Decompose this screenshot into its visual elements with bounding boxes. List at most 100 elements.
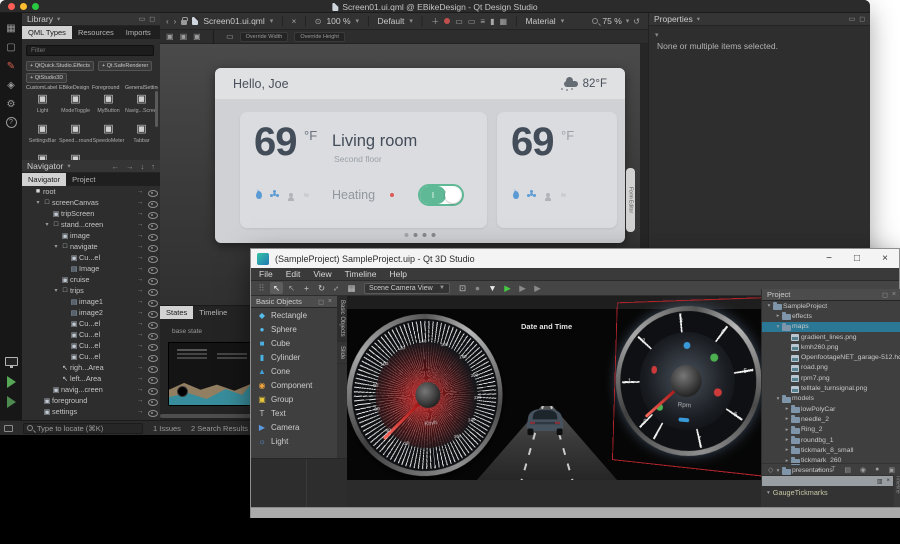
visibility-eye-icon[interactable] bbox=[146, 276, 160, 284]
move-tool-icon[interactable]: ＋ bbox=[431, 16, 439, 27]
states-tab[interactable]: Timeline bbox=[193, 306, 233, 319]
export-icon[interactable]: → bbox=[134, 408, 146, 415]
basic-object-item[interactable]: ▮ Cylinder bbox=[251, 350, 337, 364]
export-icon[interactable]: → bbox=[134, 221, 146, 228]
live-preview-button[interactable] bbox=[0, 352, 22, 370]
macos-close-button[interactable] bbox=[8, 3, 15, 10]
navigator-tab[interactable]: Project bbox=[66, 173, 101, 186]
basic-object-item[interactable]: ▶ Camera bbox=[251, 420, 337, 434]
visibility-eye-icon[interactable] bbox=[146, 188, 160, 196]
close-button[interactable]: × bbox=[871, 249, 899, 268]
mode-button-welcome[interactable]: ▦ bbox=[0, 19, 22, 37]
chevron-down-icon[interactable]: ▾ bbox=[655, 31, 659, 39]
split-panel-icon[interactable]: ▭ bbox=[849, 15, 856, 23]
project-tree-item[interactable]: telltale_turnsignal.png bbox=[762, 383, 900, 393]
water-drop-icon[interactable] bbox=[254, 190, 263, 199]
menu-item[interactable]: Edit bbox=[286, 269, 301, 279]
export-icon[interactable]: → bbox=[134, 386, 146, 393]
expand-arrow-icon[interactable]: ▾ bbox=[774, 396, 782, 402]
screen-icon[interactable]: ▭ bbox=[226, 32, 234, 41]
export-icon[interactable]: → bbox=[134, 375, 146, 382]
navigator-tree-item[interactable]: Cu...el → bbox=[22, 340, 160, 351]
visibility-icon[interactable]: ⊙ bbox=[315, 17, 322, 26]
layer-icon[interactable]: ▥ bbox=[877, 478, 883, 485]
library-component[interactable]: ▣ ModeToggle bbox=[59, 91, 92, 121]
navigator-tree-item[interactable]: tripScreen → bbox=[22, 208, 160, 219]
basic-object-item[interactable]: ☼ Light bbox=[251, 434, 337, 448]
project-tree-item[interactable]: ▾ maps bbox=[762, 322, 900, 332]
library-component[interactable]: ▣ Speed...round bbox=[59, 121, 92, 151]
timeline-component-row[interactable]: ▾ GaugeTickmarks bbox=[761, 487, 894, 498]
project-tree-item[interactable]: ▸ needle_2 bbox=[762, 414, 900, 424]
water-drop-icon[interactable] bbox=[511, 190, 520, 199]
state-select[interactable]: Default bbox=[377, 16, 404, 26]
visibility-eye-icon[interactable] bbox=[146, 265, 160, 273]
library-component[interactable]: ▣ SettingsBar bbox=[26, 121, 59, 151]
room-card-living-room[interactable]: 69 °F Living room Second floor ≈ Heating… bbox=[240, 112, 487, 228]
menu-item[interactable]: File bbox=[259, 269, 273, 279]
page-indicator-dots[interactable] bbox=[405, 233, 436, 237]
navigator-tree-item[interactable]: ▾ trips → bbox=[22, 285, 160, 296]
navigator-tree-item[interactable]: ▾ navigate → bbox=[22, 241, 160, 252]
panel-menu-icon[interactable]: ▾ bbox=[697, 15, 700, 23]
states-hscrollbar[interactable] bbox=[160, 414, 256, 418]
output-pane-button[interactable]: 1 Issues bbox=[153, 424, 181, 433]
export-icon[interactable]: → bbox=[134, 320, 146, 327]
visibility-eye-icon[interactable] bbox=[146, 287, 160, 295]
visibility-eye-icon[interactable] bbox=[146, 408, 160, 416]
back-icon[interactable]: ‹ bbox=[166, 17, 169, 26]
project-tree-item[interactable]: road.png bbox=[762, 363, 900, 373]
chevron-down-icon[interactable]: ▾ bbox=[626, 17, 630, 25]
add-import-button[interactable]: + Qt.SafeRenderer bbox=[98, 61, 152, 71]
project-tree-item[interactable]: kmh260.png bbox=[762, 342, 900, 352]
library-component[interactable]: ▣ bbox=[26, 151, 59, 160]
mode-button-design[interactable]: ✎ bbox=[0, 57, 22, 75]
presence-icon[interactable] bbox=[286, 190, 295, 199]
lock-icon[interactable] bbox=[181, 20, 187, 25]
tool-button-drag-handle[interactable]: ⠿ bbox=[255, 282, 268, 294]
navigator-tree-item[interactable]: root → bbox=[22, 186, 160, 197]
navigator-tree-item[interactable]: Cu...el → bbox=[22, 252, 160, 263]
tool-button-fast-forward[interactable]: ▶ bbox=[531, 282, 544, 294]
split-panel-icon[interactable]: ▭ bbox=[139, 15, 146, 23]
project-tree-item[interactable]: ▾ SampleProject bbox=[762, 301, 900, 311]
states-tab[interactable]: States bbox=[160, 306, 193, 319]
export-icon[interactable]: → bbox=[134, 199, 146, 206]
material-icon[interactable]: ◉ bbox=[860, 466, 866, 474]
visibility-eye-icon[interactable] bbox=[146, 221, 160, 229]
visibility-eye-icon[interactable] bbox=[146, 298, 160, 306]
navigator-tree-item[interactable]: righ...Area → bbox=[22, 362, 160, 373]
library-tab[interactable]: Imports bbox=[120, 26, 157, 39]
minimize-button[interactable]: − bbox=[815, 249, 843, 268]
chevron-down-icon[interactable]: ▾ bbox=[356, 17, 360, 25]
close-document-icon[interactable]: × bbox=[292, 17, 297, 26]
library-component[interactable]: ▣ Navig...Screen bbox=[125, 91, 158, 121]
float-panel-icon[interactable]: ◻ bbox=[149, 15, 155, 23]
navigator-tab[interactable]: Navigator bbox=[22, 173, 66, 186]
visibility-eye-icon[interactable] bbox=[146, 375, 160, 383]
visibility-eye-icon[interactable] bbox=[146, 210, 160, 218]
export-icon[interactable]: → bbox=[134, 331, 146, 338]
project-tree-item[interactable]: OpenfootageNET_garage-512.hdr bbox=[762, 352, 900, 362]
float-panel-icon[interactable]: ◻ bbox=[882, 291, 888, 299]
navigator-tree-item[interactable]: Cu...el → bbox=[22, 318, 160, 329]
mode-button-edit[interactable]: ▢ bbox=[0, 38, 22, 56]
tool-button-play[interactable]: ▶ bbox=[501, 282, 514, 294]
export-icon[interactable]: → bbox=[134, 287, 146, 294]
expand-arrow-icon[interactable]: ▸ bbox=[783, 427, 791, 433]
navigator-tree-item[interactable]: navig...creen → bbox=[22, 384, 160, 395]
export-icon[interactable]: → bbox=[134, 265, 146, 272]
menu-item[interactable]: View bbox=[313, 269, 331, 279]
navigator-tree-item[interactable]: ▾ stand...creen → bbox=[22, 219, 160, 230]
tool-button-rewind[interactable]: ▶ bbox=[516, 282, 529, 294]
visibility-eye-icon[interactable] bbox=[146, 320, 160, 328]
expand-arrow-icon[interactable]: ▾ bbox=[52, 287, 60, 294]
close-icon[interactable]: × bbox=[328, 298, 332, 306]
visibility-eye-icon[interactable] bbox=[146, 199, 160, 207]
export-icon[interactable]: → bbox=[134, 210, 146, 217]
material-select[interactable]: Material bbox=[525, 16, 555, 26]
navigator-tree-item[interactable]: left...Area → bbox=[22, 373, 160, 384]
mode-indicator-icon[interactable] bbox=[4, 425, 13, 432]
rename-icon[interactable]: ◇ bbox=[768, 466, 773, 474]
locator-field[interactable]: Type to locate (⌘K) bbox=[23, 423, 143, 434]
